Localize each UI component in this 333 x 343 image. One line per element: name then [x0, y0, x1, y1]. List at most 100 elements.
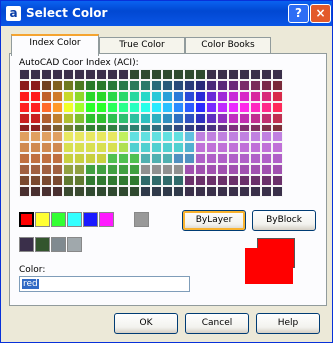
aci-top-cell[interactable]	[272, 113, 283, 124]
aci-bottom-cell[interactable]	[140, 131, 151, 142]
aci-top-cell[interactable]	[206, 91, 217, 102]
aci-top-cell[interactable]	[195, 80, 206, 91]
aci-top-cell[interactable]	[261, 102, 272, 113]
aci-top-cell[interactable]	[206, 102, 217, 113]
aci-bottom-cell[interactable]	[41, 175, 52, 186]
aci-bottom-cell[interactable]	[272, 142, 283, 153]
aci-bottom-cell[interactable]	[107, 153, 118, 164]
aci-bottom-cell[interactable]	[250, 142, 261, 153]
aci-bottom-cell[interactable]	[140, 164, 151, 175]
aci-bottom-cell[interactable]	[195, 186, 206, 197]
aci-top-cell[interactable]	[85, 102, 96, 113]
aci-bottom-cell[interactable]	[52, 164, 63, 175]
aci-bottom-cell[interactable]	[74, 175, 85, 186]
standard-color-swatch[interactable]	[67, 212, 82, 227]
standard-color-swatch[interactable]	[83, 212, 98, 227]
aci-top-cell[interactable]	[239, 91, 250, 102]
aci-bottom-cell[interactable]	[272, 131, 283, 142]
aci-bottom-cell[interactable]	[63, 131, 74, 142]
aci-bottom-cell[interactable]	[96, 153, 107, 164]
aci-bottom-cell[interactable]	[184, 186, 195, 197]
aci-bottom-cell[interactable]	[272, 175, 283, 186]
aci-bottom-cell[interactable]	[239, 131, 250, 142]
aci-bottom-cell[interactable]	[184, 153, 195, 164]
aci-bottom-cell[interactable]	[228, 164, 239, 175]
aci-bottom-cell[interactable]	[30, 186, 41, 197]
aci-bottom-cell[interactable]	[85, 142, 96, 153]
title-bar[interactable]: a Select Color ? ×	[1, 1, 332, 26]
aci-top-cell[interactable]	[140, 102, 151, 113]
bylayer-button[interactable]: ByLayer	[182, 210, 246, 231]
aci-top-cell[interactable]	[19, 113, 30, 124]
aci-top-cell[interactable]	[85, 80, 96, 91]
aci-bottom-cell[interactable]	[206, 186, 217, 197]
aci-top-cell[interactable]	[272, 102, 283, 113]
aci-top-cell[interactable]	[52, 80, 63, 91]
aci-bottom-cell[interactable]	[272, 153, 283, 164]
aci-top-cell[interactable]	[140, 80, 151, 91]
aci-top-cell[interactable]	[107, 69, 118, 80]
aci-top-cell[interactable]	[52, 91, 63, 102]
aci-bottom-cell[interactable]	[107, 186, 118, 197]
aci-top-cell[interactable]	[162, 80, 173, 91]
aci-top-cell[interactable]	[206, 80, 217, 91]
aci-top-cell[interactable]	[250, 69, 261, 80]
aci-bottom-cell[interactable]	[74, 131, 85, 142]
aci-top-cell[interactable]	[30, 69, 41, 80]
aci-bottom-cell[interactable]	[261, 131, 272, 142]
aci-bottom-cell[interactable]	[52, 142, 63, 153]
aci-bottom-cell[interactable]	[74, 186, 85, 197]
help-button[interactable]: Help	[256, 313, 320, 334]
gray-color-swatch[interactable]	[35, 237, 50, 252]
tab-true-color[interactable]: True Color	[99, 37, 185, 54]
aci-top-cell[interactable]	[261, 80, 272, 91]
aci-bottom-cell[interactable]	[41, 153, 52, 164]
aci-bottom-cell[interactable]	[250, 186, 261, 197]
aci-bottom-cell[interactable]	[250, 153, 261, 164]
aci-top-cell[interactable]	[30, 102, 41, 113]
aci-bottom-cell[interactable]	[261, 142, 272, 153]
aci-top-cell[interactable]	[206, 69, 217, 80]
aci-top-cell[interactable]	[85, 69, 96, 80]
cancel-button[interactable]: Cancel	[185, 313, 249, 334]
aci-bottom-cell[interactable]	[107, 131, 118, 142]
aci-bottom-cell[interactable]	[250, 164, 261, 175]
standard-color-swatch[interactable]	[51, 212, 66, 227]
aci-bottom-cell[interactable]	[30, 131, 41, 142]
aci-bottom-cell[interactable]	[41, 142, 52, 153]
aci-bottom-cell[interactable]	[173, 164, 184, 175]
aci-top-cell[interactable]	[118, 113, 129, 124]
aci-bottom-cell[interactable]	[107, 142, 118, 153]
aci-top-cell[interactable]	[272, 91, 283, 102]
aci-top-cell[interactable]	[162, 91, 173, 102]
aci-top-cell[interactable]	[162, 113, 173, 124]
aci-bottom-cell[interactable]	[206, 142, 217, 153]
aci-bottom-cell[interactable]	[173, 186, 184, 197]
aci-bottom-cell[interactable]	[217, 131, 228, 142]
aci-bottom-cell[interactable]	[261, 153, 272, 164]
aci-bottom-cell[interactable]	[206, 175, 217, 186]
aci-bottom-cell[interactable]	[96, 131, 107, 142]
aci-top-cell[interactable]	[74, 113, 85, 124]
aci-bottom-cell[interactable]	[151, 153, 162, 164]
aci-top-cell[interactable]	[118, 91, 129, 102]
aci-top-cell[interactable]	[30, 91, 41, 102]
aci-top-cell[interactable]	[228, 113, 239, 124]
aci-bottom-cell[interactable]	[228, 175, 239, 186]
aci-bottom-cell[interactable]	[206, 153, 217, 164]
aci-top-cell[interactable]	[195, 102, 206, 113]
byblock-button[interactable]: ByBlock	[252, 210, 316, 231]
aci-top-cell[interactable]	[96, 80, 107, 91]
aci-top-cell[interactable]	[228, 80, 239, 91]
aci-bottom-cell[interactable]	[52, 131, 63, 142]
aci-bottom-cell[interactable]	[19, 186, 30, 197]
aci-bottom-cell[interactable]	[19, 131, 30, 142]
aci-top-cell[interactable]	[140, 113, 151, 124]
aci-bottom-cell[interactable]	[239, 164, 250, 175]
aci-top-cell[interactable]	[107, 91, 118, 102]
aci-top-cell[interactable]	[173, 113, 184, 124]
aci-top-cell[interactable]	[184, 91, 195, 102]
aci-top-cell[interactable]	[217, 102, 228, 113]
aci-top-cell[interactable]	[272, 80, 283, 91]
gray-color-swatch[interactable]	[67, 237, 82, 252]
